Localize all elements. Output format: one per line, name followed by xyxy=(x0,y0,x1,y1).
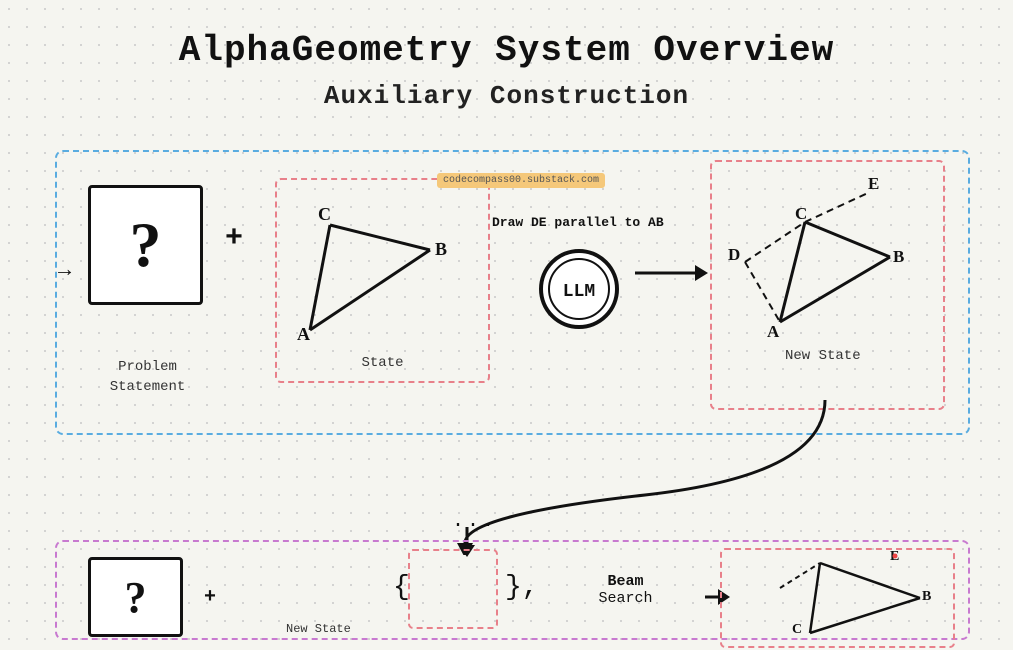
bottom-problem-box: ? xyxy=(88,557,183,637)
new-vertex-d: D xyxy=(728,245,740,264)
new-state-bottom-label: New State xyxy=(286,622,351,636)
new-vertex-e: E xyxy=(868,174,879,193)
page-subtitle: Auxiliary Construction xyxy=(0,71,1013,111)
llm-label: LLM xyxy=(563,282,595,302)
vertex-b: B xyxy=(435,239,447,259)
llm-instruction-text: Draw DE parallel to AB xyxy=(492,215,664,230)
problem-statement-box: ? xyxy=(88,185,203,305)
watermark: codecompass00.substack.com xyxy=(437,173,605,188)
vertex-c: C xyxy=(318,204,331,224)
bottom-vertex-c: C xyxy=(792,622,802,637)
brace-left: { xyxy=(393,572,410,603)
plus-icon: + xyxy=(225,222,243,256)
new-state-triangle-svg: A B C D E xyxy=(715,162,940,407)
bottom-vertex-b: B xyxy=(922,589,931,604)
bottom-question-mark-icon: ? xyxy=(125,572,147,623)
new-vertex-c: C xyxy=(795,204,807,223)
bottom-plus-icon: + xyxy=(204,586,216,609)
brace-right: }, xyxy=(505,572,539,603)
bottom-state-inner-box xyxy=(408,549,498,629)
bottom-new-state-svg: C B E xyxy=(720,548,955,648)
page-title: AlphaGeometry System Overview xyxy=(0,0,1013,71)
new-vertex-b: B xyxy=(893,247,904,266)
vertex-a: A xyxy=(297,324,310,344)
beam-search-box: Beam Search xyxy=(543,540,708,640)
new-vertex-a: A xyxy=(767,322,780,341)
left-arrow-icon: → xyxy=(58,258,71,283)
state-triangle-svg: A B C xyxy=(275,175,490,380)
question-mark-icon: ? xyxy=(130,213,162,277)
beam-label: Beam xyxy=(607,573,643,590)
search-label: Search xyxy=(598,590,652,607)
problem-label: Problem Statement xyxy=(90,358,205,397)
llm-circle-svg: LLM xyxy=(537,247,622,332)
right-arrow-svg xyxy=(630,253,710,293)
